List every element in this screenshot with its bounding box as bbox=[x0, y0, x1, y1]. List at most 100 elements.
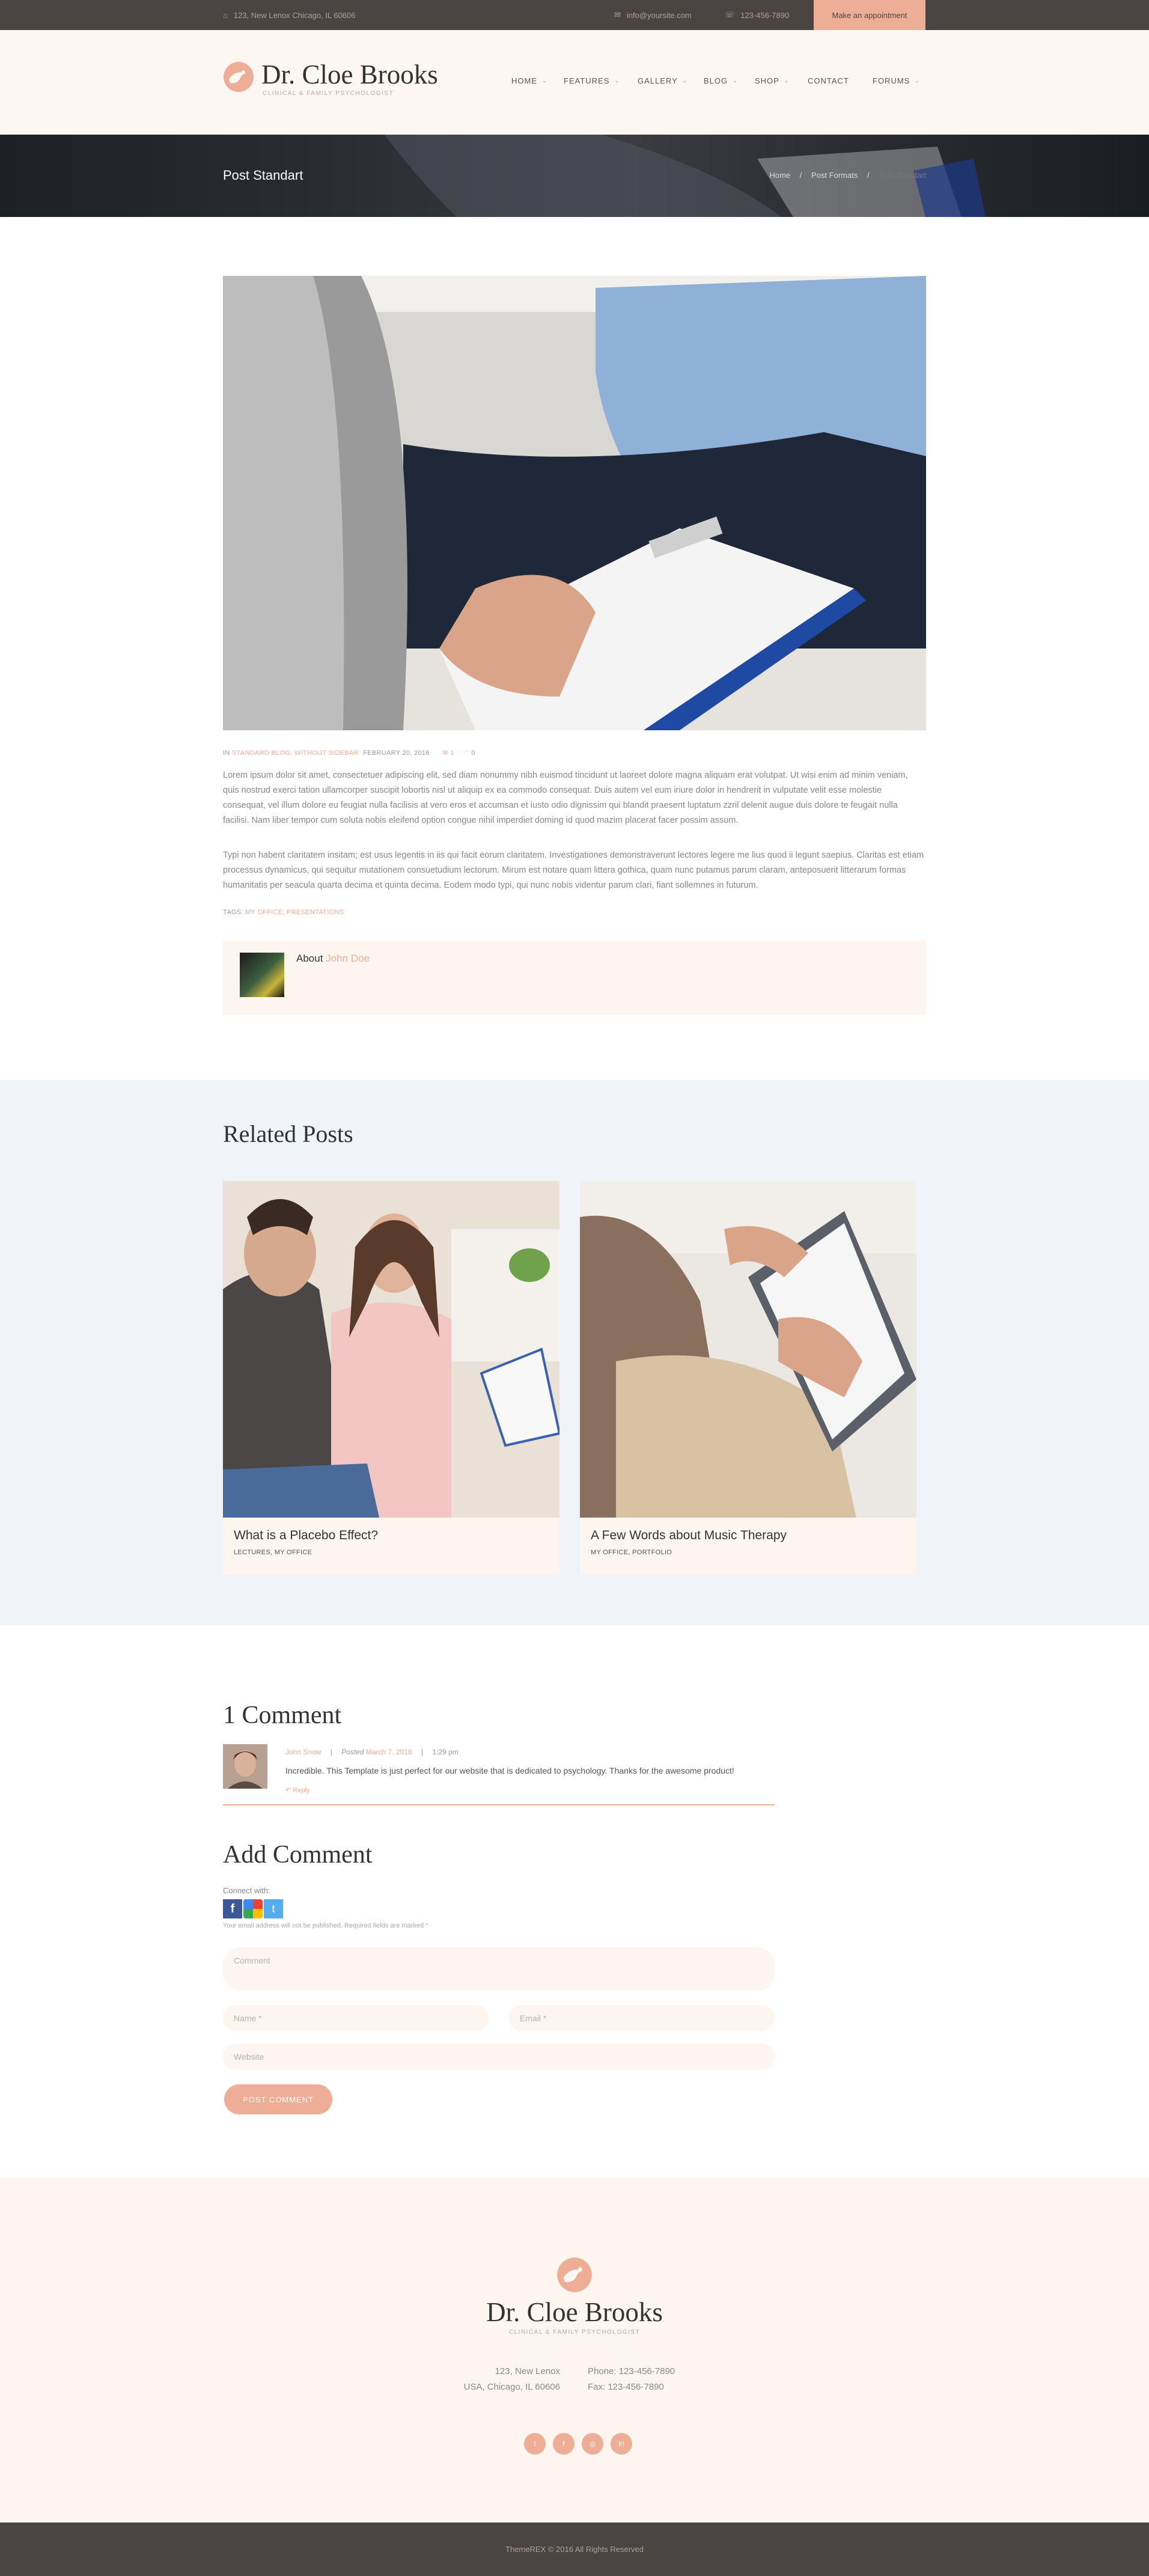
post-date: FEBRUARY 20, 2016 bbox=[363, 749, 430, 757]
posted-label: Posted bbox=[341, 1748, 364, 1756]
author-avatar[interactable] bbox=[240, 953, 284, 997]
tags-prefix: TAGS: bbox=[223, 909, 243, 916]
comment-textarea[interactable]: Comment bbox=[223, 1947, 775, 1991]
social-login-buttons: f t bbox=[223, 1899, 283, 1918]
related-post-image[interactable] bbox=[223, 1181, 559, 1518]
topbar-email[interactable]: ✉ info@yoursite.com bbox=[614, 0, 692, 30]
nav-shop[interactable]: SHOP ⌄ bbox=[755, 76, 789, 85]
nav-label: SHOP bbox=[755, 76, 779, 85]
add-comment-heading: Add Comment bbox=[223, 1841, 373, 1869]
footer-phone: Phone: 123-456-7890 bbox=[588, 2366, 675, 2376]
logo-title[interactable]: Dr. Cloe Brooks bbox=[261, 59, 438, 90]
likes-count: 0 bbox=[471, 749, 475, 757]
page-title: Post Standart bbox=[223, 168, 303, 183]
comment-text: Incredible. This Template is just perfec… bbox=[285, 1766, 734, 1775]
breadcrumb-home[interactable]: Home bbox=[769, 171, 790, 180]
nav-forums[interactable]: FORUMS ⌄ bbox=[873, 76, 920, 85]
nav-label: FORUMS bbox=[873, 76, 910, 85]
linkedin-icon[interactable]: in bbox=[611, 2433, 632, 2455]
related-post-title[interactable]: A Few Words about Music Therapy bbox=[591, 1528, 787, 1543]
related-post-title[interactable]: What is a Placebo Effect? bbox=[234, 1528, 378, 1543]
nav-label: GALLERY bbox=[638, 76, 678, 85]
comment-author[interactable]: John Snow bbox=[285, 1748, 321, 1756]
post-categories-link[interactable]: STANDARD BLOG, WITHOUT SIDEBAR bbox=[232, 749, 359, 757]
email-field[interactable]: Email * bbox=[509, 2005, 775, 2031]
chevron-down-icon: ⌄ bbox=[542, 78, 547, 84]
chevron-down-icon: ⌄ bbox=[614, 78, 620, 84]
name-field[interactable]: Name * bbox=[223, 2005, 489, 2031]
topbar-phone: ☏ 123-456-7890 bbox=[725, 0, 789, 30]
nav-features[interactable]: FEATURES ⌄ bbox=[564, 76, 620, 85]
page-title-bar: Post Standart Home / Post Formats / Post… bbox=[0, 135, 1149, 217]
breadcrumb-separator: / bbox=[799, 171, 802, 180]
footer-address: 123, New Lenox USA, Chicago, IL 60606 bbox=[385, 2364, 560, 2395]
post-meta: IN STANDARD BLOG, WITHOUT SIDEBAR FEBRUA… bbox=[223, 749, 475, 757]
related-post-card[interactable]: What is a Placebo Effect? LECTURES, MY O… bbox=[223, 1181, 559, 1575]
nav-label: HOME bbox=[511, 76, 537, 85]
post-tags: TAGS: MY OFFICE, PRESENTATIONS bbox=[223, 909, 344, 916]
comment-notice: Your email address will not be published… bbox=[223, 1922, 428, 1929]
meta-prefix: IN bbox=[223, 749, 230, 757]
commenter-avatar bbox=[223, 1744, 267, 1789]
related-post-image[interactable] bbox=[580, 1181, 916, 1518]
comment-date: March 7, 2016 bbox=[365, 1748, 412, 1756]
twitter-login-icon[interactable]: t bbox=[264, 1899, 283, 1918]
footer-tagline: CLINICAL & FAMILY PSYCHOLOGIST bbox=[508, 2329, 641, 2336]
site-header: Dr. Cloe Brooks CLINICAL & FAMILY PSYCHO… bbox=[0, 30, 1149, 135]
nav-contact[interactable]: CONTACT bbox=[808, 76, 849, 85]
connect-label: Connect with: bbox=[223, 1886, 270, 1895]
comments-icon: ✉ bbox=[442, 749, 448, 757]
related-post-categories[interactable]: MY OFFICE, PORTFOLIO bbox=[591, 1549, 672, 1556]
footer-contacts: Phone: 123-456-7890 Fax: 123-456-7890 bbox=[588, 2364, 768, 2395]
dribbble-icon[interactable]: ◎ bbox=[582, 2433, 603, 2455]
topbar-address: ⌂ 123, New Lenox Chicago, IL 60606 bbox=[223, 0, 355, 30]
site-footer: Dr. Cloe Brooks CLINICAL & FAMILY PSYCHO… bbox=[0, 2178, 1149, 2523]
post-featured-image bbox=[223, 276, 926, 730]
nav-gallery[interactable]: GALLERY ⌄ bbox=[638, 76, 687, 85]
nav-blog[interactable]: BLOG ⌄ bbox=[704, 76, 738, 85]
nav-home[interactable]: HOME ⌄ bbox=[511, 76, 547, 85]
address-line-2: USA, Chicago, IL 60606 bbox=[463, 2382, 560, 2392]
reply-link[interactable]: ↶ Reply bbox=[285, 1786, 309, 1794]
author-prefix: About bbox=[296, 953, 323, 964]
facebook-icon[interactable]: f bbox=[553, 2433, 574, 2455]
twitter-icon[interactable]: t bbox=[524, 2433, 546, 2455]
author-box: About John Doe bbox=[223, 941, 926, 1015]
logo-icon[interactable] bbox=[223, 61, 254, 93]
facebook-login-icon[interactable]: f bbox=[223, 1899, 242, 1918]
comment-time: 1:29 pm bbox=[432, 1748, 459, 1756]
address-line-1: 123, New Lenox bbox=[495, 2366, 560, 2376]
comments-heading: 1 Comment bbox=[223, 1702, 342, 1729]
meta-separator: | bbox=[421, 1748, 424, 1756]
related-post-categories[interactable]: LECTURES, MY OFFICE bbox=[234, 1549, 312, 1556]
meta-separator: | bbox=[330, 1748, 332, 1756]
footer-brand-name: Dr. Cloe Brooks bbox=[486, 2297, 663, 2327]
nav-label: BLOG bbox=[704, 76, 728, 85]
website-field[interactable]: Website bbox=[223, 2043, 775, 2070]
reply-label: Reply bbox=[293, 1787, 310, 1794]
tags-links[interactable]: MY OFFICE, PRESENTATIONS bbox=[245, 909, 344, 916]
author-name-link[interactable]: John Doe bbox=[326, 953, 370, 964]
email-link[interactable]: info@yoursite.com bbox=[627, 11, 692, 20]
footer-logo-icon[interactable] bbox=[556, 2257, 593, 2293]
phone-icon: ☏ bbox=[725, 10, 735, 19]
chevron-down-icon: ⌄ bbox=[682, 78, 688, 84]
make-appointment-button[interactable]: Make an appointment bbox=[814, 0, 925, 30]
comments-count[interactable]: 1 bbox=[450, 749, 454, 757]
comment-divider bbox=[223, 1804, 775, 1805]
chevron-down-icon: ⌄ bbox=[733, 78, 738, 84]
copyright-text: ThemeREX © 2016 All Rights Reserved bbox=[505, 2545, 644, 2554]
breadcrumb-post-formats[interactable]: Post Formats bbox=[811, 171, 858, 180]
related-post-card[interactable]: A Few Words about Music Therapy MY OFFIC… bbox=[580, 1181, 916, 1575]
post-paragraph-1: Lorem ipsum dolor sit amet, consectetuer… bbox=[223, 771, 908, 825]
nav-label: CONTACT bbox=[808, 76, 849, 85]
title-bar-background-image bbox=[385, 135, 986, 217]
heart-icon[interactable]: ♡ bbox=[463, 749, 469, 757]
reply-icon: ↶ bbox=[285, 1787, 291, 1794]
author-title: About John Doe bbox=[296, 953, 370, 965]
google-login-icon[interactable] bbox=[243, 1899, 263, 1918]
chevron-down-icon: ⌄ bbox=[784, 78, 790, 84]
nav-label: FEATURES bbox=[564, 76, 610, 85]
related-posts-heading: Related Posts bbox=[223, 1120, 353, 1147]
post-comment-button[interactable]: POST COMMENT bbox=[224, 2084, 332, 2114]
